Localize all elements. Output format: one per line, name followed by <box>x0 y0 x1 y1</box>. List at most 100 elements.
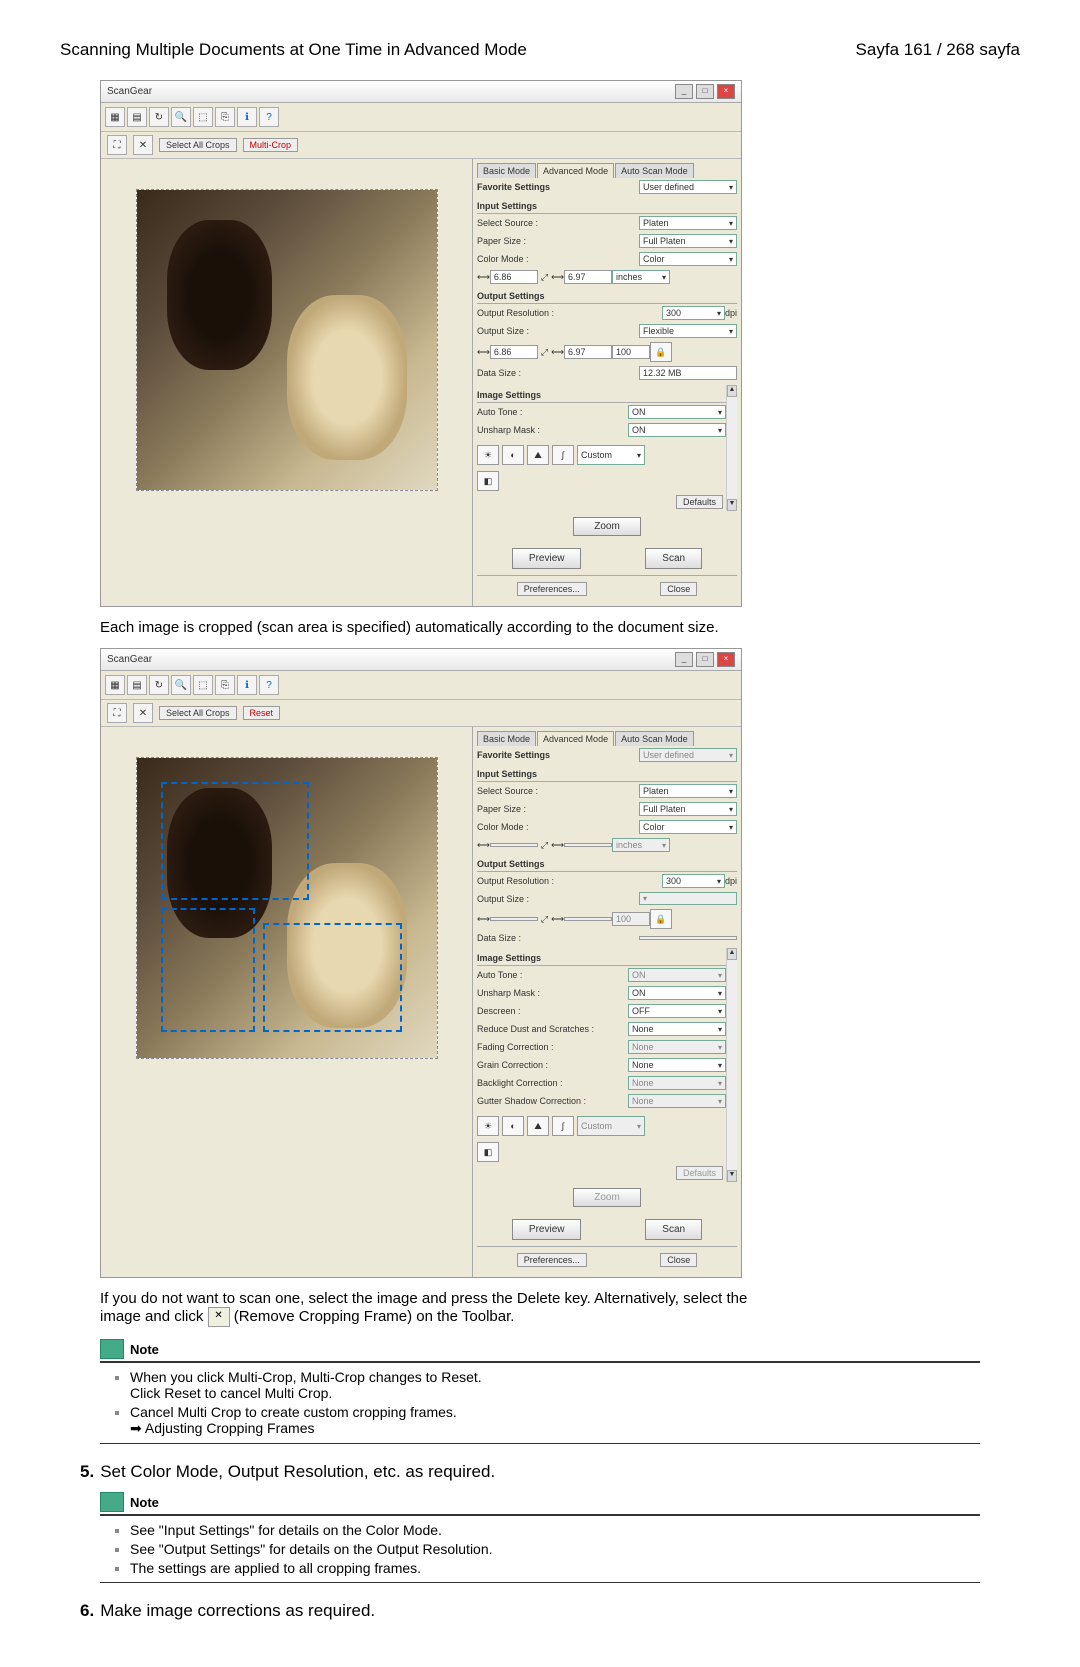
tab-basic[interactable]: Basic Mode <box>477 163 536 178</box>
info-icon[interactable]: ℹ <box>237 675 257 695</box>
favorite-settings-select[interactable]: User defined <box>639 180 737 194</box>
close-icon[interactable]: × <box>717 652 735 667</box>
tab-auto[interactable]: Auto Scan Mode <box>615 731 694 746</box>
input-settings-link[interactable]: Input Settings <box>164 1522 250 1538</box>
output-width[interactable]: 6.86 <box>490 345 538 359</box>
preview-button[interactable]: Preview <box>512 1219 582 1240</box>
multi-crop-button[interactable]: Multi-Crop <box>243 138 299 152</box>
curve-icon[interactable]: ∫ <box>552 445 574 465</box>
paper-size[interactable]: Full Platen <box>639 234 737 248</box>
crop-frame-2[interactable] <box>161 908 255 1032</box>
histogram-icon[interactable]: ⛰ <box>527 445 549 465</box>
help-icon[interactable]: ? <box>259 675 279 695</box>
fit-icon[interactable]: ⛶ <box>107 703 127 723</box>
preferences-button[interactable]: Preferences... <box>517 582 587 596</box>
scangear-window-1: ScanGear _ □ × ▦ ▤ ↻ 🔍 ⬚ ⎘ ℹ ? ⛶ ✕ Selec… <box>100 80 742 607</box>
curve-icon[interactable]: ∫ <box>552 1116 574 1136</box>
output-pct[interactable]: 100 <box>612 345 650 359</box>
paper-size[interactable]: Full Platen <box>639 802 737 816</box>
brightness-icon[interactable]: ☀ <box>477 445 499 465</box>
auto-tone[interactable]: ON <box>628 405 726 419</box>
output-height[interactable]: 6.97 <box>564 345 612 359</box>
custom-select[interactable]: Custom <box>577 445 645 465</box>
input-settings-header: Input Settings <box>477 199 737 214</box>
crop-frame-1[interactable] <box>161 782 309 900</box>
rotate-icon[interactable]: ↻ <box>149 675 169 695</box>
reduce-dust[interactable]: None <box>628 1022 726 1036</box>
tab-basic[interactable]: Basic Mode <box>477 731 536 746</box>
threshold-icon[interactable]: ◧ <box>477 471 499 491</box>
zoom-icon[interactable]: 🔍 <box>171 675 191 695</box>
grid-icon[interactable]: ▤ <box>127 675 147 695</box>
close-button[interactable]: Close <box>660 582 697 596</box>
select-source[interactable]: Platen <box>639 784 737 798</box>
maximize-icon[interactable]: □ <box>696 652 714 667</box>
adjusting-cropping-frames-link[interactable]: Adjusting Cropping Frames <box>145 1420 315 1436</box>
window-title: ScanGear <box>107 86 152 97</box>
defaults-button[interactable]: Defaults <box>676 495 723 509</box>
help-icon[interactable]: ? <box>259 107 279 127</box>
unsharp-mask[interactable]: ON <box>628 423 726 437</box>
preview-area <box>101 727 472 1277</box>
thumb-icon[interactable]: ▦ <box>105 675 125 695</box>
output-resolution[interactable]: 300 <box>662 874 725 888</box>
close-button[interactable]: Close <box>660 1253 697 1267</box>
select-all-crops-button[interactable]: Select All Crops <box>159 138 237 152</box>
toolbar: ▦ ▤ ↻ 🔍 ⬚ ⎘ ℹ ? <box>101 103 741 132</box>
contrast-icon[interactable]: ◐ <box>502 1116 524 1136</box>
output-settings-link[interactable]: Output Settings <box>164 1541 261 1557</box>
brightness-icon[interactable]: ☀ <box>477 1116 499 1136</box>
select-all-crops-button[interactable]: Select All Crops <box>159 706 237 720</box>
crop-icon[interactable]: ⬚ <box>193 675 213 695</box>
scan-button[interactable]: Scan <box>645 548 702 569</box>
threshold-icon[interactable]: ◧ <box>477 1142 499 1162</box>
crop-icon[interactable]: ⬚ <box>193 107 213 127</box>
histogram-icon[interactable]: ⛰ <box>527 1116 549 1136</box>
grid-icon[interactable]: ▤ <box>127 107 147 127</box>
lock-icon: 🔒 <box>650 909 672 929</box>
lock-icon[interactable]: 🔒 <box>650 342 672 362</box>
zoom-icon[interactable]: 🔍 <box>171 107 191 127</box>
info-icon[interactable]: ℹ <box>237 107 257 127</box>
preview-button[interactable]: Preview <box>512 548 582 569</box>
close-icon[interactable]: × <box>717 84 735 99</box>
descreen[interactable]: OFF <box>628 1004 726 1018</box>
scrollbar[interactable]: ▲▼ <box>726 948 737 1182</box>
tab-advanced[interactable]: Advanced Mode <box>537 163 614 178</box>
note-item: The settings are applied to all cropping… <box>130 1560 980 1576</box>
unsharp-mask[interactable]: ON <box>628 986 726 1000</box>
scrollbar[interactable]: ▲▼ <box>726 385 737 511</box>
tab-auto[interactable]: Auto Scan Mode <box>615 163 694 178</box>
favorite-settings-select: User defined <box>639 748 737 762</box>
input-height[interactable]: 6.97 <box>564 270 612 284</box>
copy-icon[interactable]: ⎘ <box>215 107 235 127</box>
color-mode[interactable]: Color <box>639 820 737 834</box>
output-settings-header: Output Settings <box>477 289 737 304</box>
minimize-icon[interactable]: _ <box>675 652 693 667</box>
units-select[interactable]: inches <box>612 270 670 284</box>
minimize-icon[interactable]: _ <box>675 84 693 99</box>
preferences-button[interactable]: Preferences... <box>517 1253 587 1267</box>
output-size[interactable]: Flexible <box>639 324 737 338</box>
remove-crop-icon[interactable]: ✕ <box>133 135 153 155</box>
step-number: 5. <box>80 1462 94 1481</box>
image-settings-header: Image Settings <box>477 388 726 403</box>
color-mode[interactable]: Color <box>639 252 737 266</box>
reset-button[interactable]: Reset <box>243 706 281 720</box>
scan-button[interactable]: Scan <box>645 1219 702 1240</box>
copy-icon[interactable]: ⎘ <box>215 675 235 695</box>
output-resolution[interactable]: 300 <box>662 306 725 320</box>
fit-icon[interactable]: ⛶ <box>107 135 127 155</box>
rotate-icon[interactable]: ↻ <box>149 107 169 127</box>
tab-advanced[interactable]: Advanced Mode <box>537 731 614 746</box>
thumb-icon[interactable]: ▦ <box>105 107 125 127</box>
remove-crop-icon[interactable]: ✕ <box>133 703 153 723</box>
remove-crop-frame-icon: ✕ <box>208 1307 230 1327</box>
contrast-icon[interactable]: ◐ <box>502 445 524 465</box>
select-source[interactable]: Platen <box>639 216 737 230</box>
zoom-button[interactable]: Zoom <box>573 517 641 536</box>
grain-correction[interactable]: None <box>628 1058 726 1072</box>
maximize-icon[interactable]: □ <box>696 84 714 99</box>
crop-frame-3[interactable] <box>263 923 402 1032</box>
input-width[interactable]: 6.86 <box>490 270 538 284</box>
